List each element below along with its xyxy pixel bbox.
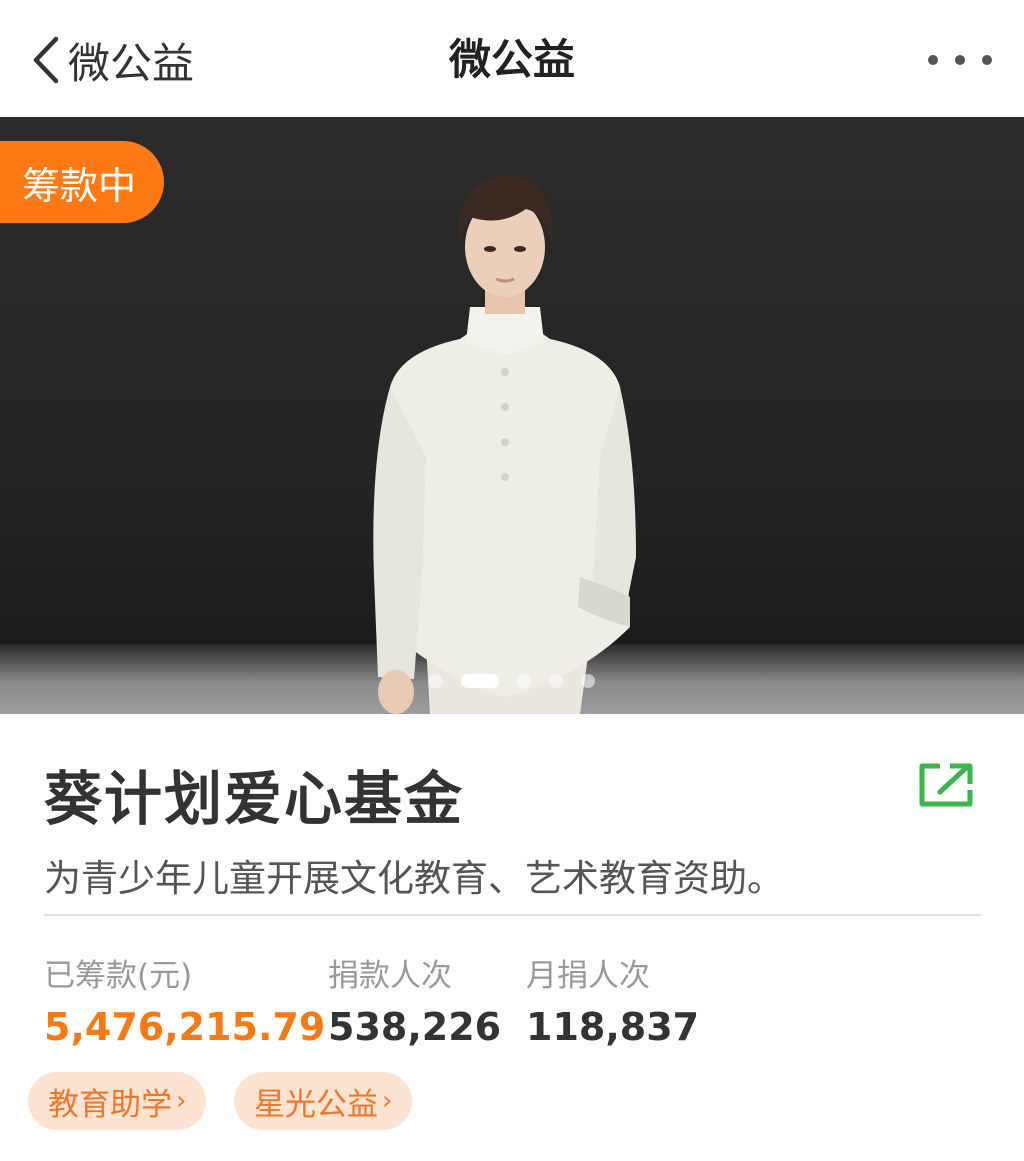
carousel-dot[interactable] (581, 674, 595, 688)
stat-monthly-donations: 月捐人次 118,837 (526, 950, 699, 1049)
stat-raised: 已筹款(元) 5,476,215.79 (44, 950, 325, 1049)
more-dot-icon (982, 55, 992, 65)
chevron-right-icon: › (382, 1086, 393, 1116)
divider (44, 914, 981, 916)
tag-label: 教育助学 (48, 1086, 172, 1123)
stat-label: 月捐人次 (526, 958, 650, 994)
share-icon (919, 763, 973, 807)
stat-donations: 捐款人次 538,226 (328, 950, 501, 1049)
page-title: 微公益 (448, 35, 575, 84)
carousel-dot[interactable] (429, 674, 443, 688)
stat-label: 捐款人次 (328, 958, 452, 994)
more-options-button[interactable] (928, 40, 992, 80)
project-description: 为青少年儿童开展文化教育、艺术教育资助。 (44, 857, 784, 900)
tag-education-aid[interactable]: 教育助学 › (28, 1072, 207, 1130)
project-title: 葵计划爱心基金 (44, 765, 465, 833)
stat-value: 538,226 (328, 1005, 502, 1049)
carousel-dot-active[interactable] (461, 674, 499, 688)
hero-carousel[interactable]: 筹款中 (0, 117, 1024, 714)
tag-label: 星光公益 (254, 1086, 378, 1123)
share-button[interactable] (916, 760, 976, 810)
carousel-dot[interactable] (549, 674, 563, 688)
stat-value: 118,837 (526, 1005, 700, 1049)
carousel-indicator (0, 673, 1024, 689)
tag-star-charity[interactable]: 星光公益 › (234, 1072, 413, 1130)
hero-photo-figure (373, 175, 636, 714)
carousel-dot[interactable] (517, 674, 531, 688)
more-dot-icon (928, 55, 938, 65)
stat-value: 5,476,215.79 (44, 1005, 326, 1049)
stat-label: 已筹款(元) (44, 958, 193, 994)
more-dot-icon (955, 55, 965, 65)
navigation-bar: 微公益 微公益 (0, 0, 1024, 117)
chevron-right-icon: › (176, 1086, 187, 1116)
fundraising-status-badge: 筹款中 (0, 141, 164, 223)
